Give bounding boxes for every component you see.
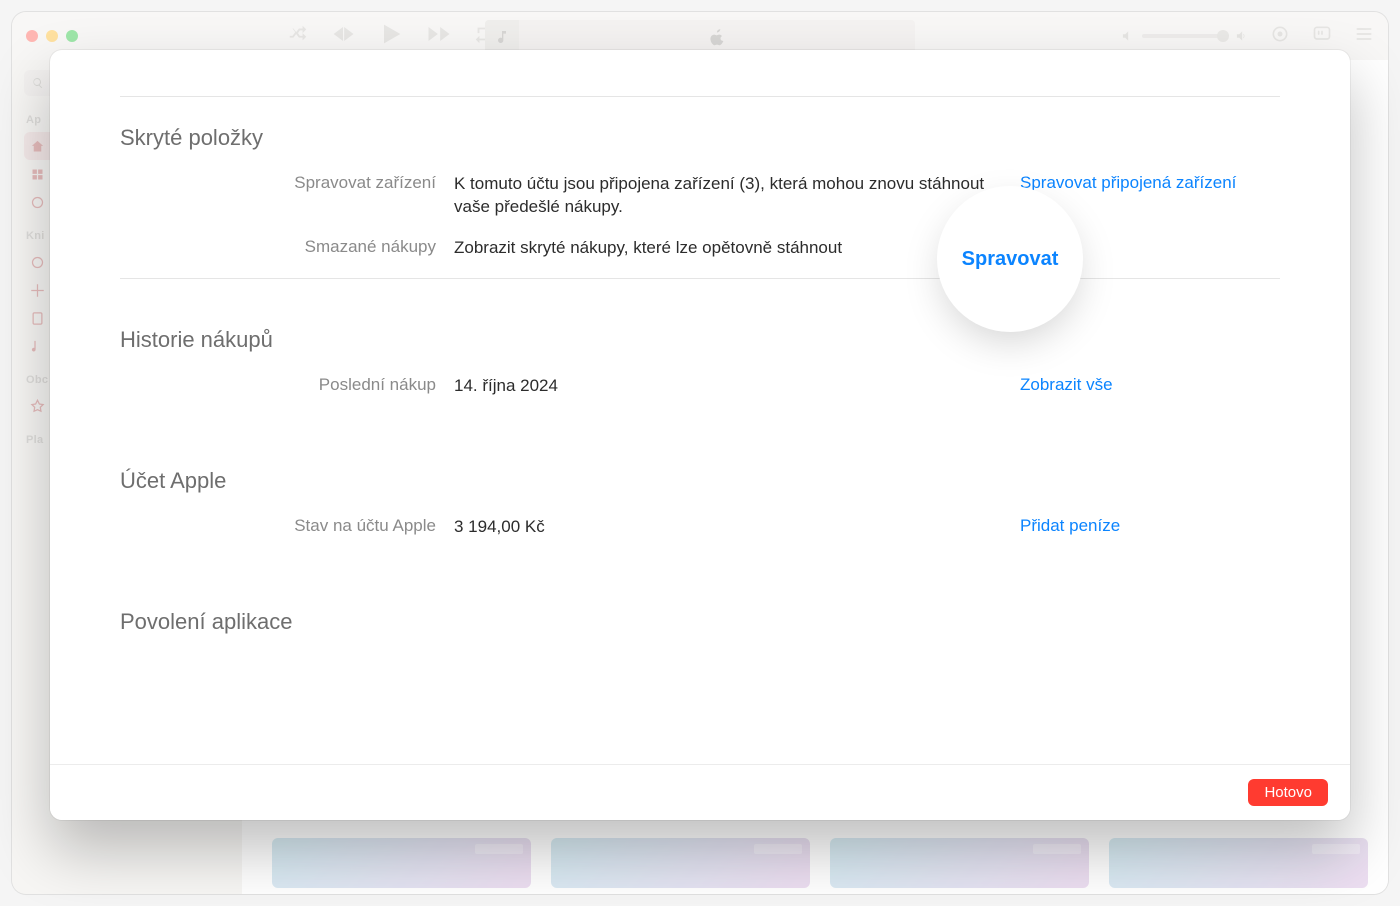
row-value: 3 194,00 Kč — [454, 516, 1002, 539]
row-value: Zobrazit skryté nákupy, které lze opětov… — [454, 237, 1002, 260]
done-button[interactable]: Hotovo — [1248, 779, 1328, 806]
section-title-app-permissions: Povolení aplikace — [120, 609, 1280, 635]
row-value: K tomuto účtu jsou připojena zařízení (3… — [454, 173, 1002, 219]
section-title-purchase-history: Historie nákupů — [120, 327, 1280, 353]
account-settings-modal: Skryté položky Spravovat zařízení K tomu… — [50, 50, 1350, 820]
row-label: Poslední nákup — [120, 375, 436, 395]
manage-hidden-purchases-link[interactable]: Spravovat — [962, 248, 1059, 271]
add-money-link[interactable]: Přidat peníze — [1020, 516, 1120, 535]
section-title-hidden-items: Skryté položky — [120, 125, 1280, 151]
manage-devices-link[interactable]: Spravovat připojená zařízení — [1020, 173, 1236, 192]
show-all-link[interactable]: Zobrazit vše — [1020, 375, 1113, 394]
highlight-callout: Spravovat — [943, 192, 1077, 326]
row-value: 14. října 2024 — [454, 375, 1002, 398]
section-title-apple-account: Účet Apple — [120, 468, 1280, 494]
row-label: Stav na účtu Apple — [120, 516, 436, 536]
row-label: Smazané nákupy — [120, 237, 436, 257]
modal-footer: Hotovo — [50, 764, 1350, 820]
row-label: Spravovat zařízení — [120, 173, 436, 193]
